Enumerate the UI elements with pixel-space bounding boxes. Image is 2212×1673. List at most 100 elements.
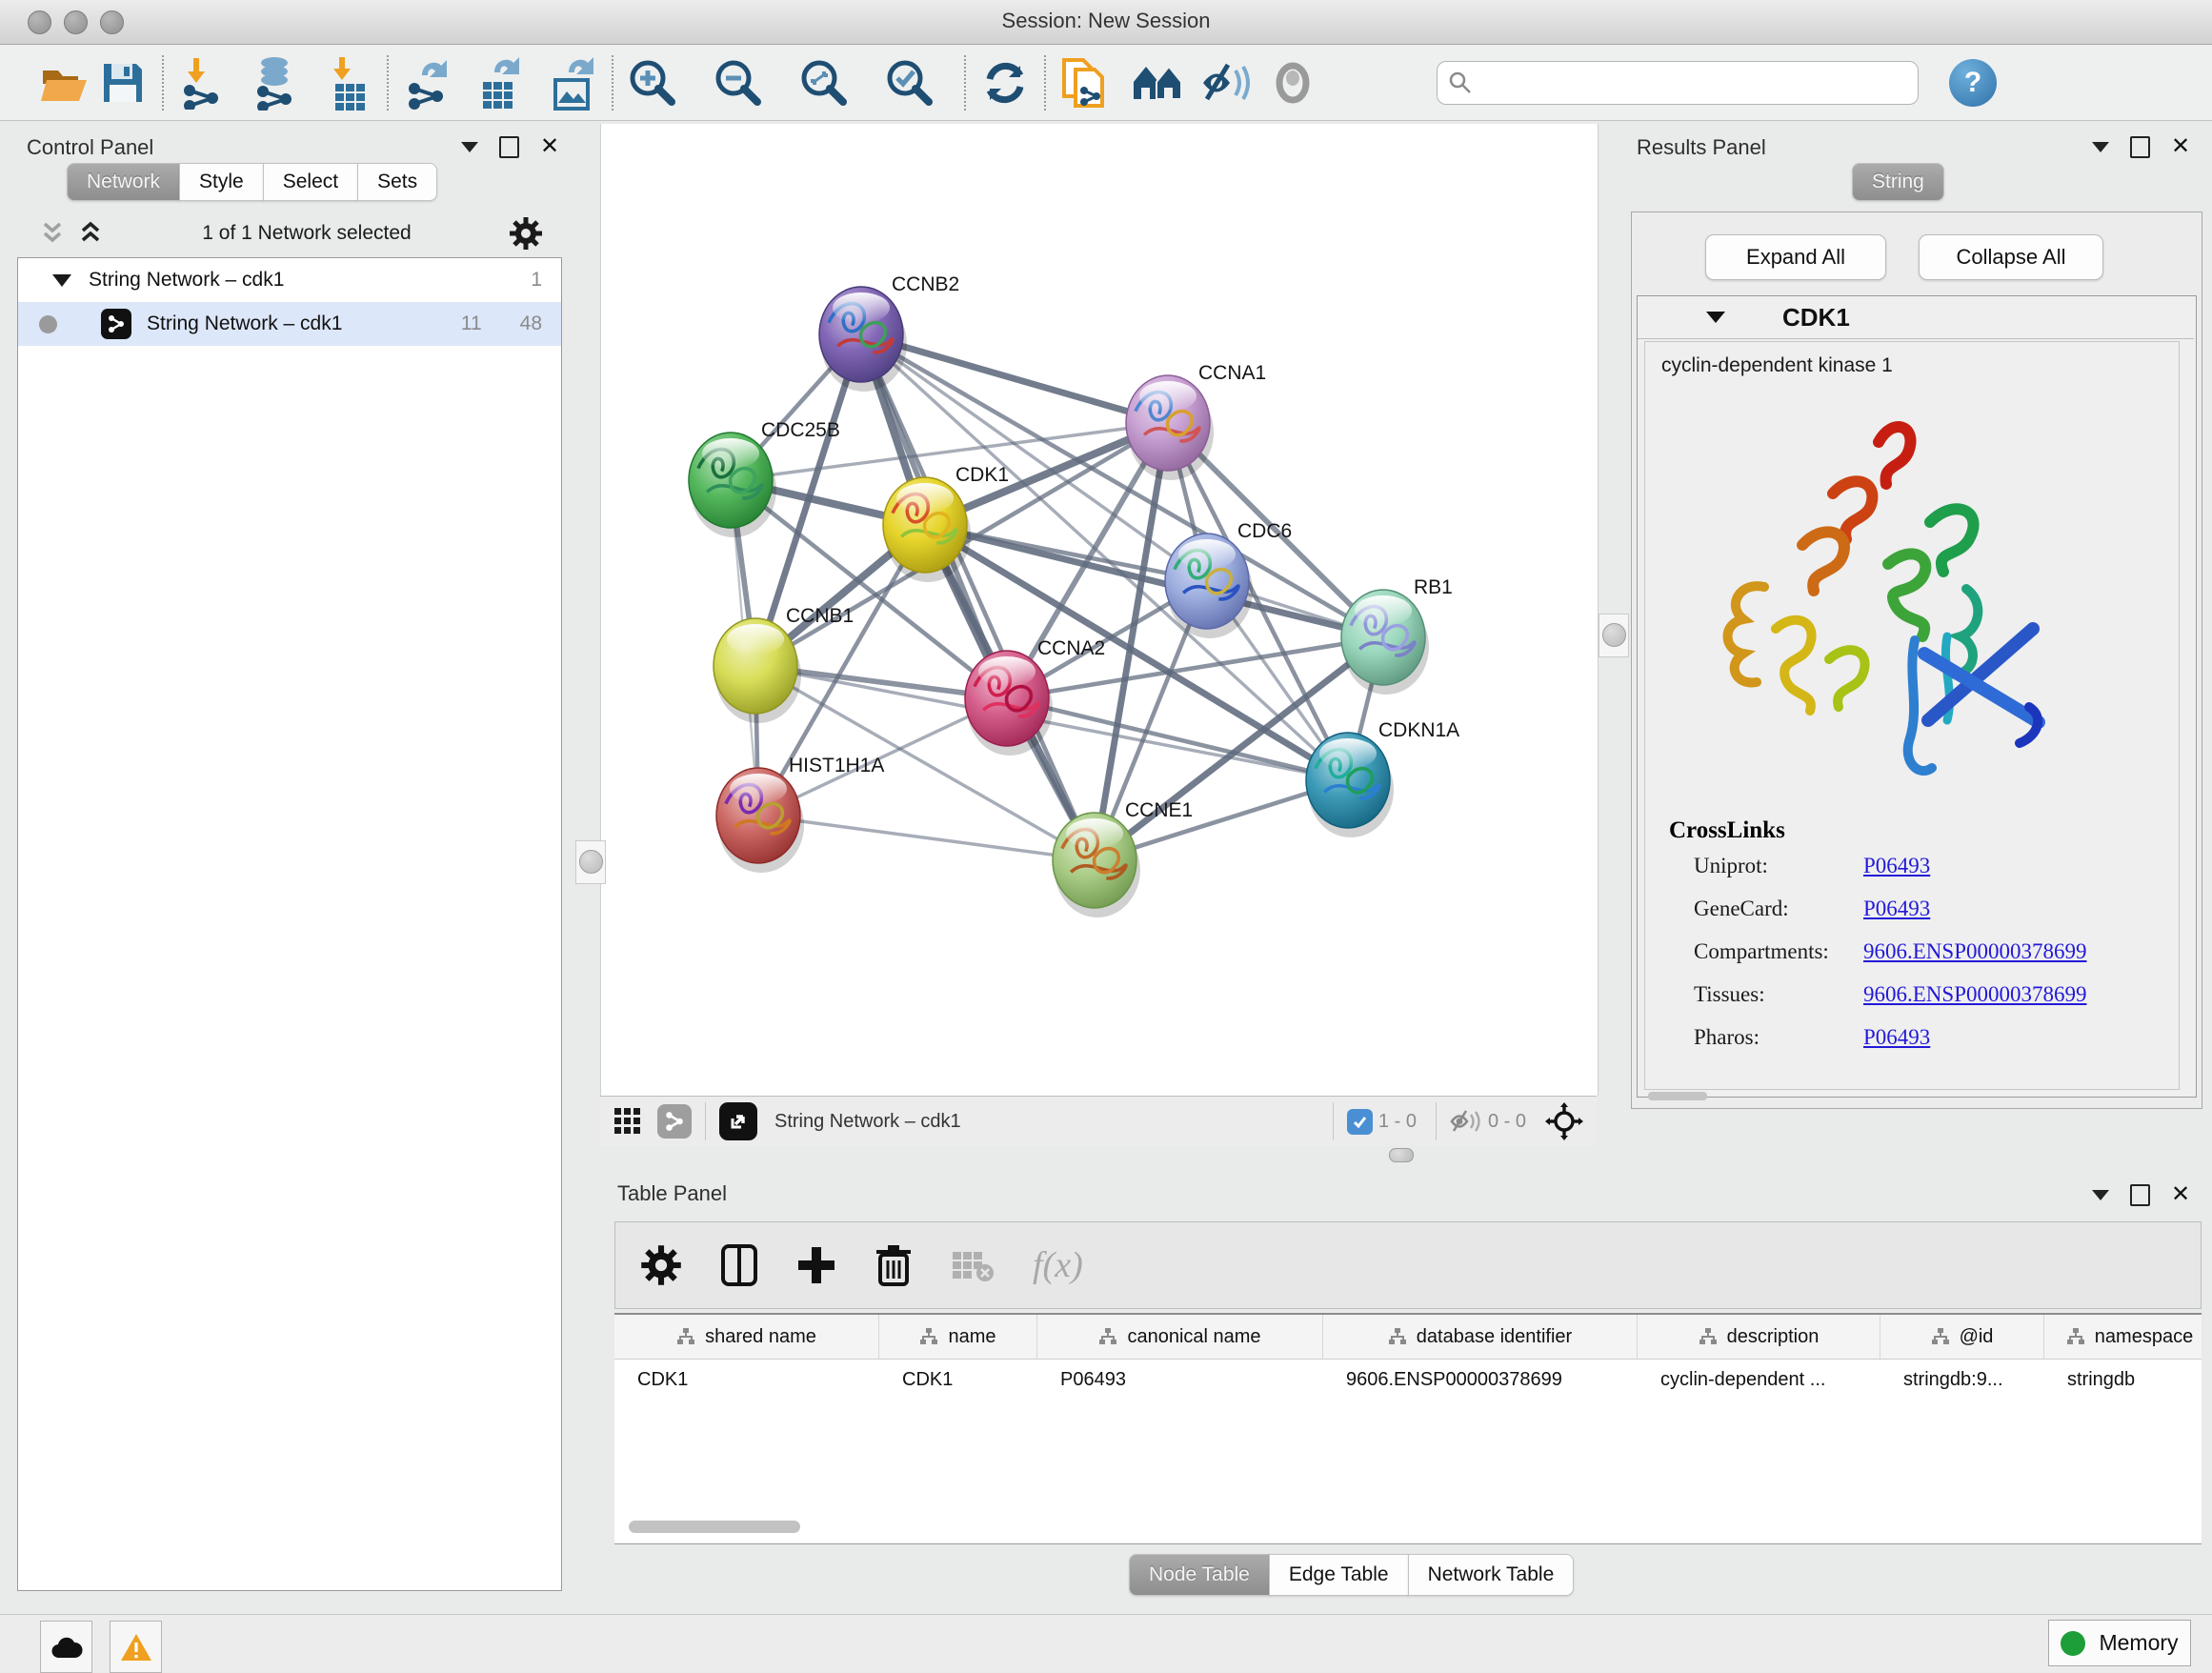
zoom-selected-button[interactable]	[880, 53, 939, 112]
show-panels-button[interactable]	[1263, 53, 1322, 112]
fit-selected-crosshair-icon[interactable]	[1545, 1102, 1583, 1140]
collapse-all-button[interactable]: Collapse All	[1919, 234, 2103, 280]
network-node-ccnb1[interactable]: CCNB1	[714, 605, 854, 723]
crosslink-genecardlink[interactable]: P06493	[1863, 897, 1930, 921]
export-table-button[interactable]	[471, 53, 530, 112]
zoom-out-button[interactable]	[709, 53, 768, 112]
column-header-shared-name[interactable]: shared name	[614, 1315, 879, 1359]
close-panel-icon[interactable]: ✕	[2171, 135, 2190, 158]
hide-panels-button[interactable]	[1196, 53, 1256, 112]
expand-all-button[interactable]: Expand All	[1705, 234, 1886, 280]
column-header-canonical-name[interactable]: canonical name	[1037, 1315, 1323, 1359]
tree-expander-icon[interactable]	[52, 274, 71, 287]
crosslink-uniprotlink[interactable]: P06493	[1863, 854, 1930, 878]
add-column-icon[interactable]	[796, 1245, 836, 1285]
import-table-from-file-button[interactable]	[318, 53, 377, 112]
network-node-ccnb2[interactable]: CCNB2	[819, 273, 959, 392]
grid-view-icon[interactable]	[613, 1107, 642, 1136]
crosslink-tissueslink[interactable]: 9606.ENSP00000378699	[1863, 982, 2087, 1007]
expand-all-chevron-icon[interactable]	[76, 220, 105, 247]
network-canvas[interactable]: CCNB2CCNA1CDC25BCDK1CDC6RB1CCNB1CCNA2CDK…	[600, 124, 1599, 1096]
save-session-button[interactable]	[93, 53, 152, 112]
table-cell[interactable]: 9606.ENSP00000378699	[1323, 1369, 1638, 1391]
collapse-all-chevron-icon[interactable]	[38, 220, 67, 247]
show-all-networks-button[interactable]	[1128, 53, 1187, 112]
collapse-panel-icon[interactable]	[461, 142, 478, 152]
network-edge[interactable]	[861, 334, 1095, 860]
column-header-namespace[interactable]: namespace	[2044, 1315, 2202, 1359]
protein-card-header[interactable]: CDK1	[1638, 296, 2194, 339]
table-cell[interactable]: stringdb:9...	[1880, 1369, 2044, 1391]
table-row[interactable]: CDK1CDK1P064939606.ENSP00000378699cyclin…	[614, 1360, 2202, 1400]
table-cell[interactable]: CDK1	[614, 1369, 879, 1391]
node-label-ccna1: CCNA1	[1198, 362, 1266, 384]
zoom-in-button[interactable]	[623, 53, 682, 112]
birdseye-view-icon[interactable]	[719, 1102, 757, 1140]
node-table[interactable]: shared namenamecanonical namedatabase id…	[614, 1313, 2202, 1544]
close-panel-icon[interactable]: ✕	[2171, 1183, 2190, 1206]
results-scroll-thumb[interactable]	[1648, 1092, 1707, 1100]
import-network-from-database-button[interactable]	[246, 53, 305, 112]
network-node-cdkn1a[interactable]: CDKN1A	[1306, 719, 1459, 837]
column-header-name[interactable]: name	[879, 1315, 1037, 1359]
selected-items-checkbox-icon[interactable]	[1347, 1109, 1373, 1135]
bottom-splitter-knob[interactable]	[1389, 1148, 1414, 1162]
float-panel-icon[interactable]	[2130, 1184, 2150, 1206]
tab-edge-table[interactable]: Edge Table	[1269, 1554, 1409, 1596]
clone-network-button[interactable]	[1056, 53, 1115, 112]
footer-separator	[705, 1102, 706, 1140]
search-input[interactable]	[1437, 61, 1919, 105]
tab-string[interactable]: String	[1852, 163, 1944, 201]
delete-column-trash-icon[interactable]	[875, 1243, 913, 1287]
network-node-rb1[interactable]: RB1	[1341, 576, 1453, 695]
cloud-status-button[interactable]	[40, 1621, 92, 1673]
network-tree: String Network – cdk1 1 String Network –…	[17, 257, 562, 1591]
tab-network[interactable]: Network	[67, 163, 180, 201]
table-cell[interactable]: P06493	[1037, 1369, 1323, 1391]
network-node-cdc6[interactable]: CDC6	[1165, 520, 1292, 638]
collapse-panel-icon[interactable]	[2092, 142, 2109, 152]
help-button[interactable]: ?	[1949, 59, 1997, 107]
table-cell[interactable]: cyclin-dependent ...	[1638, 1369, 1880, 1391]
column-header-id[interactable]: @id	[1880, 1315, 2044, 1359]
collapse-panel-icon[interactable]	[2092, 1190, 2109, 1200]
collapse-section-icon[interactable]	[1706, 312, 1725, 323]
crosslink-pharoslink[interactable]: P06493	[1863, 1025, 1930, 1050]
left-splitter-knob[interactable]	[579, 850, 603, 874]
show-columns-icon[interactable]	[720, 1243, 758, 1287]
network-row-selected[interactable]: String Network – cdk1 11 48	[18, 302, 561, 346]
table-cell[interactable]: CDK1	[879, 1369, 1037, 1391]
table-cell[interactable]: stringdb	[2044, 1369, 2202, 1391]
network-share-view-icon[interactable]	[657, 1104, 692, 1139]
close-panel-icon[interactable]: ✕	[540, 135, 559, 158]
column-header-description[interactable]: description	[1638, 1315, 1880, 1359]
float-panel-icon[interactable]	[2130, 136, 2150, 158]
network-node-hist1h1a[interactable]: HIST1H1A	[716, 755, 884, 873]
hidden-items-eye-icon[interactable]	[1450, 1108, 1482, 1135]
network-node-ccna1[interactable]: CCNA1	[1126, 362, 1266, 480]
network-edge[interactable]	[758, 816, 1095, 860]
warnings-button[interactable]	[110, 1621, 162, 1673]
refresh-view-button[interactable]	[975, 53, 1035, 112]
tab-style[interactable]: Style	[179, 163, 264, 201]
crosslink-compartmentslink[interactable]: 9606.ENSP00000378699	[1863, 939, 2087, 964]
zoom-fit-button[interactable]	[794, 53, 854, 112]
tab-sets[interactable]: Sets	[357, 163, 437, 201]
open-session-button[interactable]	[34, 53, 93, 112]
zoom-out-icon	[713, 57, 764, 109]
zoom-selected-icon	[884, 57, 935, 109]
export-image-button[interactable]	[543, 53, 602, 112]
column-header-database-identifier[interactable]: database identifier	[1323, 1315, 1638, 1359]
memory-button[interactable]: Memory	[2048, 1620, 2191, 1666]
export-network-button[interactable]	[398, 53, 457, 112]
float-panel-icon[interactable]	[499, 136, 519, 158]
network-options-gear-icon[interactable]	[509, 216, 543, 251]
import-network-from-file-button[interactable]	[173, 53, 232, 112]
tab-network-table[interactable]: Network Table	[1408, 1554, 1575, 1596]
right-splitter-knob[interactable]	[1602, 623, 1626, 647]
network-collection-row[interactable]: String Network – cdk1 1	[18, 258, 561, 302]
table-horizontal-scrollbar[interactable]	[629, 1521, 800, 1533]
tab-node-table[interactable]: Node Table	[1129, 1554, 1270, 1596]
table-options-gear-icon[interactable]	[640, 1244, 682, 1286]
tab-select[interactable]: Select	[263, 163, 358, 201]
